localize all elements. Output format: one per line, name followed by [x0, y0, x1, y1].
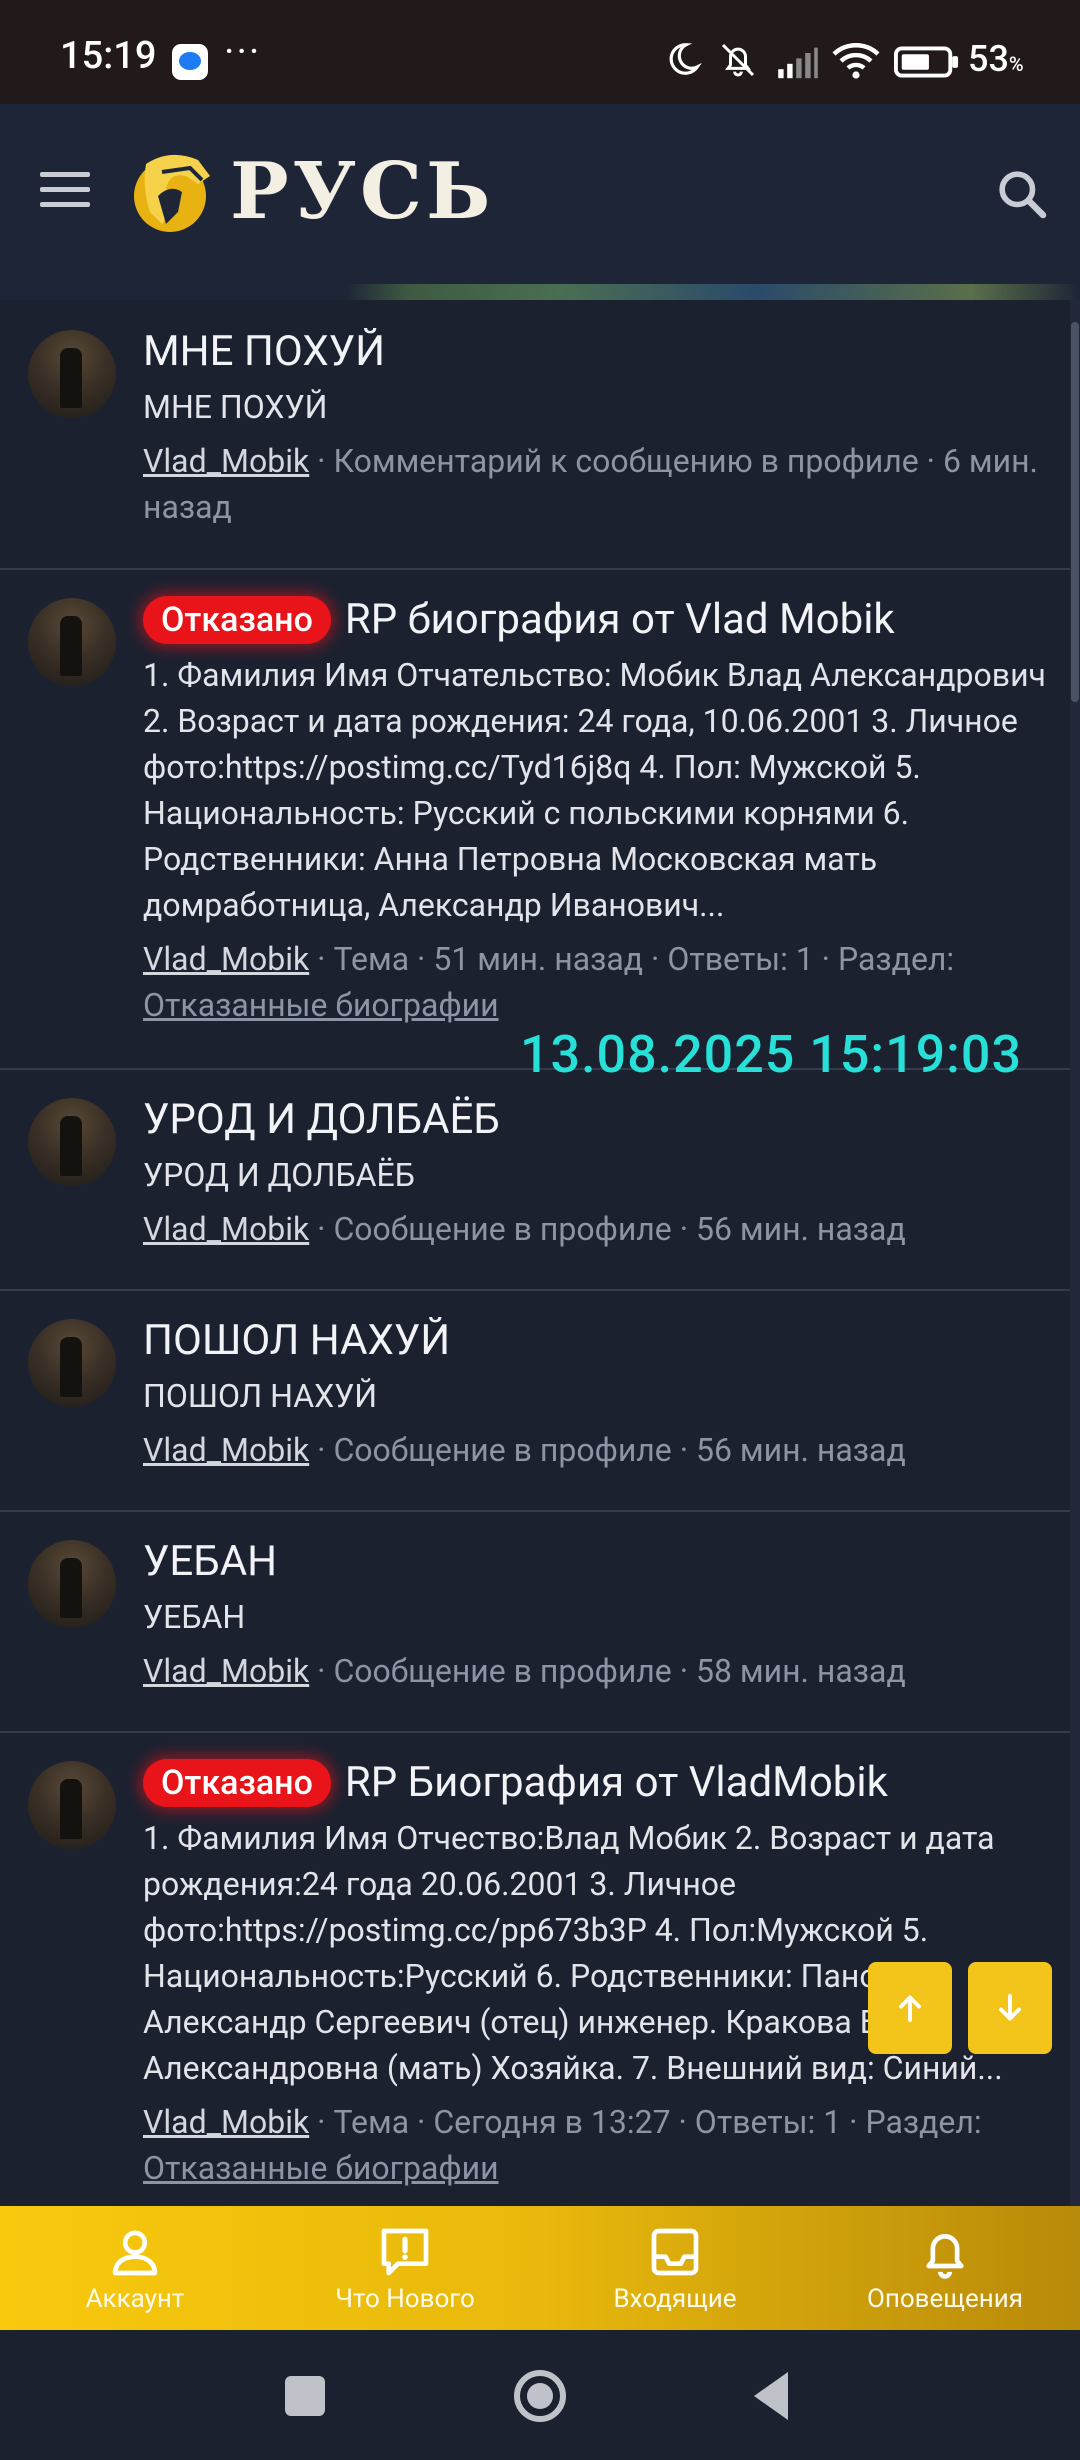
recording-timestamp-overlay: 13.08.2025 15:19:03: [520, 1024, 1023, 1085]
back-button[interactable]: [748, 2368, 792, 2424]
feed-item[interactable]: УРОД И ДОЛБАЁБ УРОД И ДОЛБАЁБ Vlad_Mobik…: [0, 1070, 1080, 1291]
feed-item-meta: Vlad_Mobik · Комментарий к сообщению в п…: [143, 438, 1058, 530]
bottom-navigation: Аккаунт Что Нового Входящие Оповещения: [0, 2206, 1080, 2330]
battery-percent-value: 53: [968, 38, 1009, 80]
user-icon: [112, 2230, 158, 2276]
feed-item-title[interactable]: УЕБАН: [143, 1536, 1058, 1588]
silent-bell-icon: [721, 43, 755, 77]
activity-feed: МНЕ ПОХУЙ МНЕ ПОХУЙ Vlad_Mobik · Коммент…: [0, 300, 1080, 2206]
scrollbar-thumb[interactable]: [1071, 322, 1079, 702]
scroll-up-button[interactable]: [868, 1962, 952, 2054]
nav-notifications[interactable]: Оповещения: [810, 2206, 1080, 2330]
signal-strength-icon: [778, 47, 818, 79]
recent-apps-button[interactable]: [285, 2376, 325, 2416]
user-link[interactable]: Vlad_Mobik: [143, 940, 309, 978]
scroll-down-button[interactable]: [968, 1962, 1052, 2054]
wifi-icon: [832, 43, 880, 79]
header-banner-strip: [0, 284, 1080, 300]
section-link[interactable]: Отказанные биографии: [143, 2149, 499, 2187]
app-header: РУСЬ: [0, 104, 1080, 284]
status-badge: Отказано: [143, 1759, 331, 1807]
feed-item-snippet: 1. Фамилия Имя Отчательство: Мобик Влад …: [143, 656, 1046, 924]
feed-item-title[interactable]: ПОШОЛ НАХУЙ: [143, 1315, 1058, 1367]
status-time: 15:19: [60, 34, 157, 78]
user-link[interactable]: Vlad_Mobik: [143, 442, 309, 480]
messages-notification-icon: [172, 44, 208, 80]
feed-item-meta-text: · Тема · 51 мин. назад · Ответы: 1 · Раз…: [309, 940, 955, 978]
feed-item-title[interactable]: УРОД И ДОЛБАЁБ: [143, 1094, 1058, 1146]
feed-item-meta-text: · Сообщение в профиле · 56 мин. назад: [309, 1431, 906, 1469]
menu-icon[interactable]: [40, 172, 90, 212]
avatar[interactable]: [28, 330, 116, 418]
feed-item-title-text[interactable]: RP Биография от VladMobik: [345, 1758, 888, 1807]
logo-text[interactable]: РУСЬ: [230, 146, 494, 237]
inbox-icon: [651, 2228, 699, 2276]
battery-percent-unit: %: [1008, 52, 1024, 76]
feed-item[interactable]: Отказано RP биография от Vlad Mobik 1. Фа…: [0, 570, 1080, 1070]
feed-item[interactable]: МНЕ ПОХУЙ МНЕ ПОХУЙ Vlad_Mobik · Коммент…: [0, 300, 1080, 570]
avatar[interactable]: [28, 1098, 116, 1186]
do-not-disturb-moon-icon: [669, 43, 702, 75]
nav-account-label: Аккаунт: [85, 2284, 185, 2314]
feed-item-meta: Vlad_Mobik · Тема · Сегодня в 13:27 · От…: [143, 2099, 1058, 2191]
user-link[interactable]: Vlad_Mobik: [143, 2103, 309, 2141]
home-button[interactable]: [512, 2368, 568, 2424]
status-badge: Отказано: [143, 596, 331, 644]
nav-notifications-label: Оповещения: [866, 2284, 1024, 2314]
search-icon[interactable]: [994, 166, 1050, 222]
feed-item-meta: Vlad_Mobik · Сообщение в профиле · 56 ми…: [143, 1427, 1058, 1473]
avatar[interactable]: [28, 598, 116, 686]
feed-item-snippet: ПОШОЛ НАХУЙ: [143, 1377, 378, 1415]
avatar[interactable]: [28, 1761, 116, 1849]
whats-new-icon: [381, 2228, 429, 2276]
feed-item-snippet: УЕБАН: [143, 1598, 246, 1636]
feed-item-meta: Vlad_Mobik · Сообщение в профиле · 56 ми…: [143, 1206, 1058, 1252]
user-link[interactable]: Vlad_Mobik: [143, 1431, 309, 1469]
nav-account[interactable]: Аккаунт: [0, 2206, 270, 2330]
feed-item-meta-text: · Тема · Сегодня в 13:27 · Ответы: 1 · Р…: [309, 2103, 982, 2141]
more-notifications-icon: ···: [224, 28, 262, 75]
avatar[interactable]: [28, 1319, 116, 1407]
feed-item[interactable]: УЕБАН УЕБАН Vlad_Mobik · Сообщение в про…: [0, 1512, 1080, 1733]
feed-item-title[interactable]: МНЕ ПОХУЙ: [143, 326, 1058, 378]
bell-icon: [926, 2234, 964, 2279]
user-link[interactable]: Vlad_Mobik: [143, 1652, 309, 1690]
arrow-down-icon: [999, 1994, 1021, 2021]
feed-item-title[interactable]: Отказано RP Биография от VladMobik: [143, 1757, 1058, 1809]
feed-item-meta-text: · Сообщение в профиле · 58 мин. назад: [309, 1652, 906, 1690]
nav-inbox[interactable]: Входящие: [540, 2206, 810, 2330]
status-bar: 15:19 ··· 53%: [0, 0, 1080, 104]
feed-item-meta: Vlad_Mobik · Сообщение в профиле · 58 ми…: [143, 1648, 1058, 1694]
battery-icon: [894, 46, 959, 78]
system-navigation-bar: [0, 2330, 1080, 2460]
nav-inbox-label: Входящие: [613, 2284, 737, 2314]
section-link[interactable]: Отказанные биографии: [143, 986, 499, 1024]
battery-percent: 53%: [968, 38, 1024, 80]
user-link[interactable]: Vlad_Mobik: [143, 1210, 309, 1248]
feed-item-snippet: МНЕ ПОХУЙ: [143, 388, 328, 426]
arrow-up-icon: [899, 1995, 921, 2022]
feed-item[interactable]: ПОШОЛ НАХУЙ ПОШОЛ НАХУЙ Vlad_Mobik · Соо…: [0, 1291, 1080, 1512]
feed-item-meta-text: · Сообщение в профиле · 56 мин. назад: [309, 1210, 906, 1248]
avatar[interactable]: [28, 1540, 116, 1628]
feed-item-snippet: УРОД И ДОЛБАЁБ: [143, 1156, 415, 1194]
nav-whats-new[interactable]: Что Нового: [270, 2206, 540, 2330]
feed-item-title-text[interactable]: RP биография от Vlad Mobik: [345, 595, 895, 644]
feed-item-title[interactable]: Отказано RP биография от Vlad Mobik: [143, 594, 1058, 646]
logo-emblem[interactable]: [130, 144, 218, 238]
nav-whats-new-label: Что Нового: [335, 2284, 475, 2314]
feed-item-meta: Vlad_Mobik · Тема · 51 мин. назад · Отве…: [143, 936, 1058, 1028]
